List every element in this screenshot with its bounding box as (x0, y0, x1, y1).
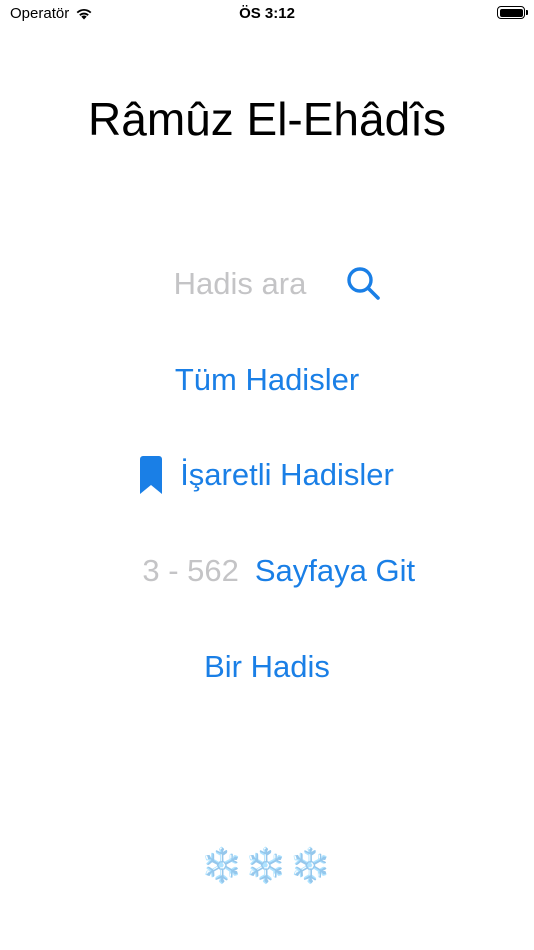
one-hadith-row: Bir Hadis (0, 649, 534, 685)
marked-hadiths-button[interactable]: İşaretli Hadisler (0, 456, 534, 494)
marked-hadiths-label: İşaretli Hadisler (180, 457, 394, 492)
status-bar: Operatör ÖS 3:12 (0, 0, 534, 30)
search-icon[interactable] (344, 264, 384, 304)
all-hadiths-button[interactable]: Tüm Hadisler (175, 362, 359, 398)
all-hadiths-row: Tüm Hadisler (0, 362, 534, 398)
bookmark-icon (140, 456, 163, 494)
app-title: Râmûz El-Ehâdîs (88, 93, 446, 145)
one-hadith-button[interactable]: Bir Hadis (204, 649, 330, 685)
snowflake-icons: ❄️❄️❄️ (200, 847, 334, 885)
page-number-input[interactable] (118, 553, 239, 589)
search-row (0, 264, 534, 304)
page-row: Sayfaya Git (0, 553, 534, 589)
go-to-page-button[interactable]: Sayfaya Git (255, 553, 415, 589)
status-time: ÖS 3:12 (239, 5, 295, 22)
search-input[interactable] (150, 266, 330, 302)
battery-icon (497, 6, 528, 19)
